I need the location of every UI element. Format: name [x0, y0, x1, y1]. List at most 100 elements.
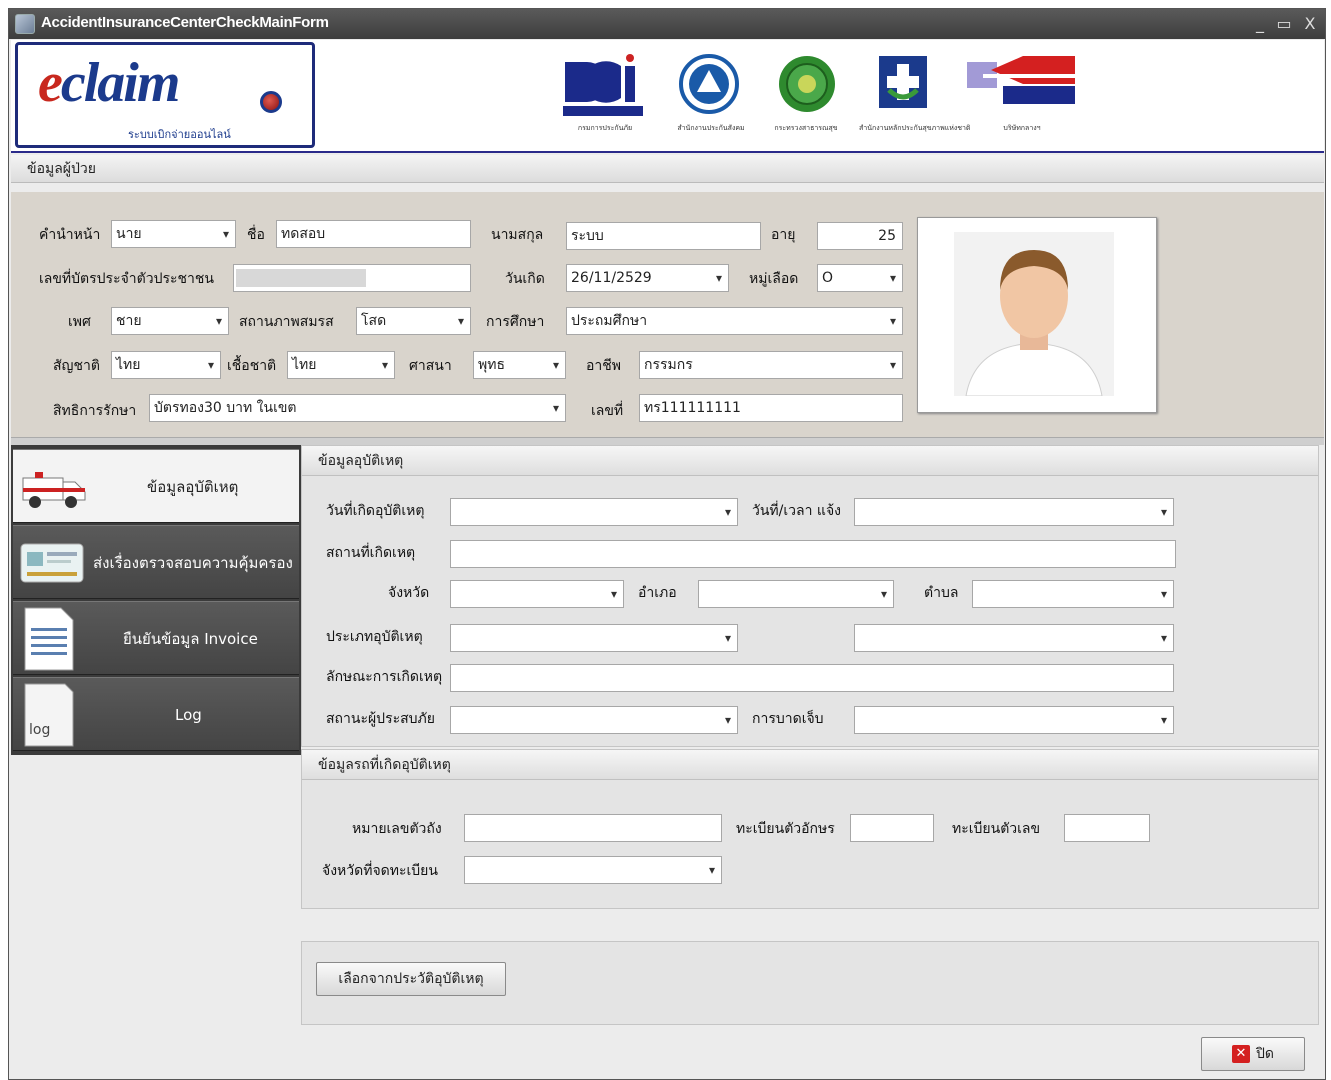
report-datetime-picker[interactable] — [854, 498, 1174, 526]
sex-label: เพศ — [68, 314, 91, 330]
accident-info-group: ข้อมูลอุบัติเหตุ วันที่เกิดอุบัติเหตุ วั… — [301, 445, 1319, 747]
invoice-document-icon — [24, 607, 74, 671]
eclaim-logo: eclaim ระบบเบิกจ่ายออนไลน์ — [15, 42, 315, 148]
select-from-history-button[interactable]: เลือกจากประวัติอุบัติเหตุ — [316, 962, 506, 996]
nav-accident-info[interactable]: ข้อมูลอุบัติเหตุ — [13, 449, 299, 523]
accident-place-field[interactable] — [450, 540, 1176, 568]
first-name-field[interactable]: ทดสอบ — [276, 220, 471, 248]
close-button-label: ปิด — [1256, 1046, 1274, 1062]
close-icon: ✕ — [1232, 1045, 1250, 1063]
nav-confirm-invoice[interactable]: ยืนยันข้อมูล Invoice — [13, 601, 299, 675]
logo-dot-icon — [260, 91, 282, 113]
plate-letters-label: ทะเบียนตัวอักษร — [736, 821, 835, 837]
religion-select[interactable]: พุทธ — [473, 351, 566, 379]
logo-text: eclaim — [38, 52, 180, 114]
title-bar: AccidentInsuranceCenterCheckMainForm _ ▭… — [9, 9, 1325, 39]
blood-group-select[interactable]: O — [817, 264, 903, 292]
injury-select[interactable] — [854, 706, 1174, 734]
religion-label: ศาสนา — [409, 358, 452, 374]
first-name-label: ชื่อ — [247, 227, 265, 243]
education-select[interactable]: ประถมศึกษา — [566, 307, 903, 335]
district-select[interactable] — [698, 580, 894, 608]
subdistrict-label: ตำบล — [924, 585, 959, 601]
province-label: จังหวัด — [388, 585, 430, 601]
accident-date-label: วันที่เกิดอุบัติเหตุ — [326, 503, 425, 519]
occupation-select[interactable]: กรรมกร — [639, 351, 903, 379]
marital-label: สถานภาพสมรส — [239, 314, 334, 330]
registration-province-select[interactable] — [464, 856, 722, 884]
patient-photo-frame[interactable] — [917, 217, 1157, 413]
district-label: อำเภอ — [638, 585, 677, 601]
rights-number-field[interactable]: ทร111111111 — [639, 394, 903, 422]
nationality-select[interactable]: ไทย — [111, 351, 221, 379]
registration-province-label: จังหวัดที่จดทะเบียน — [322, 863, 438, 879]
chassis-number-label: หมายเลขตัวถัง — [352, 821, 442, 837]
victim-status-select[interactable] — [450, 706, 738, 734]
treatment-rights-select[interactable]: บัตรทอง30 บาท ในเขต — [149, 394, 566, 422]
sso-logo: สำนักงานประกันสังคม — [671, 52, 751, 132]
nhso-icon — [879, 56, 927, 108]
last-name-label: นามสกุล — [491, 227, 544, 243]
svg-text:log: log — [29, 722, 50, 738]
oic-icon — [563, 54, 643, 116]
moph-logo: กระทรวงสาธารณสุข — [761, 52, 851, 132]
report-datetime-label: วันที่/เวลา แจ้ง — [752, 503, 841, 519]
window-title: AccidentInsuranceCenterCheckMainForm — [41, 14, 329, 31]
plate-numbers-field[interactable] — [1064, 814, 1150, 842]
last-name-field[interactable]: ระบบ — [566, 222, 761, 250]
race-select[interactable]: ไทย — [287, 351, 395, 379]
patient-section-header: ข้อมูลผู้ป่วย — [11, 155, 1324, 183]
ambulance-icon — [22, 472, 86, 508]
accident-place-label: สถานที่เกิดเหตุ — [326, 545, 416, 561]
marital-select[interactable]: โสด — [356, 307, 471, 335]
panel-splitter[interactable] — [11, 437, 1324, 445]
dob-picker[interactable]: 26/11/2529 — [566, 264, 729, 292]
subdistrict-select[interactable] — [972, 580, 1174, 608]
logo-subtitle: ระบบเบิกจ่ายออนไลน์ — [128, 128, 231, 141]
sso-icon — [679, 54, 739, 114]
prefix-label: คำนำหน้า — [39, 227, 101, 243]
moph-icon — [779, 56, 835, 112]
nav-log[interactable]: log Log — [13, 677, 299, 751]
history-area: เลือกจากประวัติอุบัติเหตุ — [301, 941, 1319, 1025]
id-card-redacted — [236, 269, 366, 287]
plate-letters-field[interactable] — [850, 814, 934, 842]
province-select[interactable] — [450, 580, 624, 608]
accident-date-picker[interactable] — [450, 498, 738, 526]
minimize-button[interactable]: _ — [1249, 13, 1271, 35]
accident-nature-label: ลักษณะการเกิดเหตุ — [326, 669, 443, 685]
chassis-number-field[interactable] — [464, 814, 722, 842]
victim-status-label: สถานะผู้ประสบภัย — [326, 711, 435, 727]
age-label: อายุ — [771, 227, 796, 243]
sex-select[interactable]: ชาย — [111, 307, 229, 335]
accident-type-label: ประเภทอุบัติเหตุ — [326, 629, 423, 645]
id-card-label: เลขที่บัตรประจำตัวประชาชน — [39, 271, 214, 287]
injury-label: การบาดเจ็บ — [752, 711, 824, 727]
patient-panel: คำนำหน้า นาย ชื่อ ทดสอบ นามสกุล ระบบ อาย… — [11, 192, 1324, 437]
id-card-field[interactable] — [233, 264, 471, 292]
oic-logo: กรมการประกันภัย — [559, 52, 651, 132]
accident-subtype-select[interactable] — [854, 624, 1174, 652]
maximize-button[interactable]: ▭ — [1273, 13, 1295, 35]
age-field[interactable]: 25 — [817, 222, 903, 250]
vehicle-section-header: ข้อมูลรถที่เกิดอุบัติเหตุ — [302, 750, 1318, 780]
main-window: AccidentInsuranceCenterCheckMainForm _ ▭… — [8, 8, 1326, 1080]
id-card-icon — [20, 543, 84, 583]
accident-type-select[interactable] — [450, 624, 738, 652]
rvp-logo: บริษัทกลางฯ — [963, 52, 1081, 132]
log-file-icon: log — [24, 683, 74, 747]
vehicle-info-group: ข้อมูลรถที่เกิดอุบัติเหตุ หมายเลขตัวถัง … — [301, 749, 1319, 909]
race-label: เชื้อชาติ — [227, 358, 277, 374]
avatar — [954, 232, 1114, 396]
nationality-label: สัญชาติ — [53, 358, 100, 374]
close-button[interactable]: ✕ ปิด — [1201, 1037, 1305, 1071]
close-window-button[interactable]: X — [1299, 13, 1321, 35]
app-icon — [15, 14, 35, 34]
prefix-select[interactable]: นาย — [111, 220, 236, 248]
dob-label: วันเกิด — [505, 271, 545, 287]
nav-send-coverage-check[interactable]: ส่งเรื่องตรวจสอบความคุ้มครอง — [13, 525, 299, 599]
occupation-label: อาชีพ — [586, 358, 621, 374]
accident-section-header: ข้อมูลอุบัติเหตุ — [302, 446, 1318, 476]
accident-nature-field[interactable] — [450, 664, 1174, 692]
nhso-logo: สำนักงานหลักประกันสุขภาพแห่งชาติ — [859, 52, 970, 132]
